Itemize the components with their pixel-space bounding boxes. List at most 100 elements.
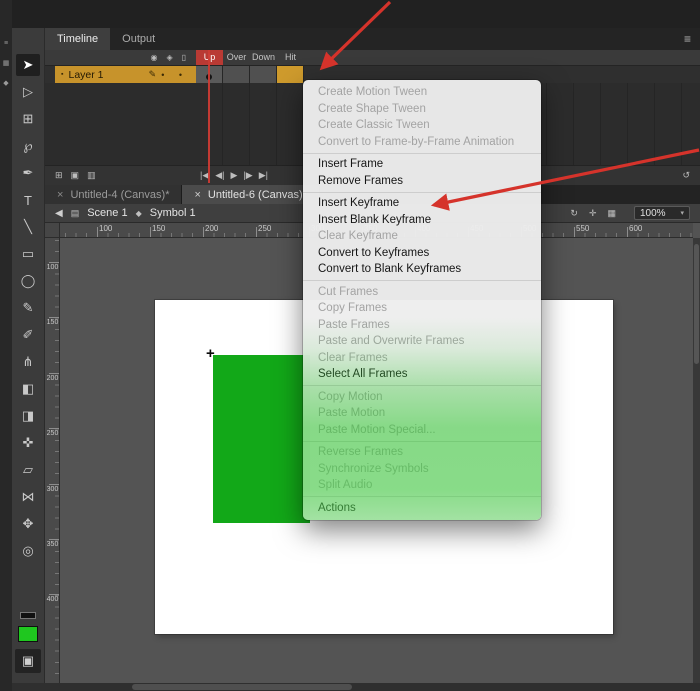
tab-timeline[interactable]: Timeline bbox=[45, 28, 110, 50]
oval-tool[interactable]: ◯ bbox=[16, 270, 40, 292]
timeline-tab-bar: Timeline Output ≡ bbox=[45, 28, 700, 50]
layer-name[interactable]: Layer 1 bbox=[68, 69, 103, 81]
frame-label-hit[interactable]: Hit bbox=[277, 50, 304, 65]
vertical-scrollbar-thumb[interactable] bbox=[694, 244, 699, 364]
ruler-tick bbox=[49, 539, 59, 540]
green-rectangle-shape[interactable] bbox=[213, 355, 310, 523]
menu-item-paste-and-overwrite-frames: Paste and Overwrite Frames bbox=[303, 333, 541, 350]
tab-untitled-4[interactable]: × Untitled-4 (Canvas)* bbox=[45, 185, 182, 204]
layer-status-dots[interactable]: • • bbox=[161, 70, 190, 80]
zoom-tool[interactable]: ◎ bbox=[16, 540, 40, 562]
rectangle-tool[interactable]: ▭ bbox=[16, 243, 40, 265]
ruler-tick bbox=[97, 227, 98, 237]
tool-options-button[interactable]: ▣ bbox=[15, 649, 41, 673]
horizontal-scrollbar[interactable] bbox=[12, 683, 700, 691]
ruler-label: 200 bbox=[45, 375, 60, 382]
symbol-name[interactable]: Symbol 1 bbox=[150, 207, 196, 219]
go-to-last-frame-button[interactable]: ▶| bbox=[259, 170, 268, 181]
lock-all-layers-icon[interactable]: ◈ bbox=[166, 53, 172, 62]
eraser-tool[interactable]: ▱ bbox=[16, 459, 40, 481]
frame-label-down[interactable]: Down bbox=[250, 50, 277, 65]
ruler-label: 100 bbox=[45, 264, 60, 271]
scene-icon: ▤ bbox=[71, 208, 80, 219]
loop-playback-button[interactable]: ↺ bbox=[682, 170, 690, 181]
eyedropper-tool[interactable]: ✜ bbox=[16, 432, 40, 454]
new-folder-button[interactable]: ▣ bbox=[71, 170, 80, 181]
document-tab-label: Untitled-6 (Canvas)* bbox=[208, 189, 307, 201]
hand-tool[interactable]: ✥ bbox=[16, 513, 40, 535]
menu-separator bbox=[303, 385, 541, 386]
show-hide-all-layers-icon[interactable]: ◉ bbox=[150, 53, 157, 62]
frame-cell-3[interactable] bbox=[250, 66, 277, 83]
ruler-tick bbox=[150, 227, 151, 237]
line-tool[interactable]: ╲ bbox=[16, 216, 40, 238]
menu-item-paste-frames: Paste Frames bbox=[303, 317, 541, 334]
paint-bucket-tool[interactable]: ◧ bbox=[16, 378, 40, 400]
menu-item-insert-keyframe[interactable]: Insert Keyframe bbox=[303, 195, 541, 212]
play-button[interactable]: ▶ bbox=[231, 170, 238, 181]
step-forward-button[interactable]: |▶ bbox=[243, 170, 252, 181]
ink-bottle-tool[interactable]: ◨ bbox=[16, 405, 40, 427]
tab-untitled-6[interactable]: × Untitled-6 (Canvas)* bbox=[182, 185, 319, 204]
center-frame-icon[interactable]: ✛ bbox=[589, 208, 597, 219]
menu-item-insert-blank-keyframe[interactable]: Insert Blank Keyframe bbox=[303, 212, 541, 229]
layer-row-label[interactable]: ▪ Layer 1 ✎ • • bbox=[55, 66, 196, 83]
scene-name[interactable]: Scene 1 bbox=[87, 207, 127, 219]
ruler-tick bbox=[203, 227, 204, 237]
layer-buttons: ⊞ ▣ ▥ bbox=[45, 170, 106, 181]
panel-dock-icon-2[interactable]: ◆ bbox=[3, 80, 8, 88]
pencil-tool[interactable]: ✎ bbox=[16, 297, 40, 319]
symbol-icon: ◆ bbox=[136, 209, 142, 218]
ruler-tick bbox=[256, 227, 257, 237]
stroke-color-swatch[interactable] bbox=[20, 612, 36, 619]
text-tool[interactable]: T bbox=[16, 189, 40, 211]
panel-menu-icon[interactable]: ≡ bbox=[675, 28, 700, 50]
frame-cell-2[interactable] bbox=[223, 66, 250, 83]
ruler-tick bbox=[574, 227, 575, 237]
collapse-dock-icon[interactable]: ≡ bbox=[4, 40, 8, 48]
context-menu: Create Motion TweenCreate Shape TweenCre… bbox=[303, 80, 541, 520]
tab-output[interactable]: Output bbox=[110, 28, 167, 50]
width-tool[interactable]: ⋈ bbox=[16, 486, 40, 508]
panel-dock-icon[interactable]: ▦ bbox=[3, 60, 10, 68]
menu-item-split-audio: Split Audio bbox=[303, 477, 541, 494]
delete-layer-button[interactable]: ▥ bbox=[87, 170, 96, 181]
ruler-label: 250 bbox=[45, 430, 60, 437]
menu-item-create-motion-tween: Create Motion Tween bbox=[303, 84, 541, 101]
frame-labels: UpOverDownHit bbox=[196, 50, 304, 65]
pen-tool[interactable]: ✒ bbox=[16, 162, 40, 184]
frame-label-over[interactable]: Over bbox=[223, 50, 250, 65]
frame-cell-4[interactable] bbox=[277, 66, 304, 83]
step-back-button[interactable]: ◀| bbox=[215, 170, 224, 181]
zoom-level-select[interactable]: 100% ▾ bbox=[634, 206, 690, 220]
clip-to-stage-icon[interactable]: ▦ bbox=[607, 208, 616, 219]
selection-tool[interactable]: ➤ bbox=[16, 54, 40, 76]
back-arrow-icon[interactable]: ◀ bbox=[55, 208, 63, 219]
close-icon[interactable]: × bbox=[57, 189, 63, 201]
playhead[interactable] bbox=[208, 50, 210, 183]
lasso-tool[interactable]: ℘ bbox=[16, 135, 40, 157]
subselection-tool[interactable]: ▷ bbox=[16, 81, 40, 103]
left-dock: ≡ ▦ ◆ bbox=[0, 0, 12, 691]
bone-tool[interactable]: ⋔ bbox=[16, 351, 40, 373]
menu-item-clear-frames: Clear Frames bbox=[303, 350, 541, 367]
menu-item-remove-frames[interactable]: Remove Frames bbox=[303, 173, 541, 190]
menu-item-select-all-frames[interactable]: Select All Frames bbox=[303, 366, 541, 383]
new-layer-button[interactable]: ⊞ bbox=[55, 170, 63, 181]
brush-tool[interactable]: ✐ bbox=[16, 324, 40, 346]
fill-color-swatch[interactable] bbox=[18, 626, 38, 642]
tools-list: ➤ ▷ ⊞ ℘ ✒ T ╲ ▭ ◯ ✎ ✐ ⋔ ◧ ◨ ✜ ▱ ⋈ ✥ ◎ bbox=[16, 54, 40, 562]
edit-symbols-icon[interactable]: ↻ bbox=[570, 208, 578, 219]
horizontal-scrollbar-thumb[interactable] bbox=[132, 684, 352, 690]
menu-item-actions[interactable]: Actions bbox=[303, 500, 541, 517]
free-transform-tool[interactable]: ⊞ bbox=[16, 108, 40, 130]
menu-item-convert-to-blank-keyframes[interactable]: Convert to Blank Keyframes bbox=[303, 261, 541, 278]
timeline-footer-right: ↺ bbox=[672, 170, 700, 181]
ruler-tick bbox=[49, 262, 59, 263]
close-icon[interactable]: × bbox=[194, 189, 200, 201]
zoom-value: 100% bbox=[640, 208, 666, 219]
menu-item-convert-to-keyframes[interactable]: Convert to Keyframes bbox=[303, 245, 541, 262]
vertical-scrollbar[interactable] bbox=[693, 238, 700, 683]
outline-all-layers-icon[interactable]: ▯ bbox=[182, 53, 186, 62]
menu-item-insert-frame[interactable]: Insert Frame bbox=[303, 156, 541, 173]
